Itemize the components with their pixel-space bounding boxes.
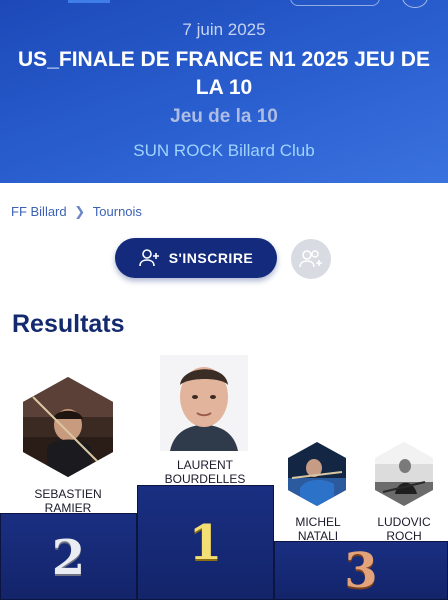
results-heading: Resultats xyxy=(12,310,125,338)
podium-rank-1: 1 xyxy=(188,515,223,571)
breadcrumb-item-ffbillard[interactable]: FF Billard xyxy=(11,204,67,219)
player-photo-2[interactable] xyxy=(23,377,113,477)
register-button-label: S'INSCRIRE xyxy=(168,250,254,266)
register-button[interactable]: S'INSCRIRE xyxy=(115,238,277,278)
player-photo-3a[interactable] xyxy=(288,442,346,506)
breadcrumb: FF Billard ❯ Tournois xyxy=(11,204,142,220)
chevron-right-icon: ❯ xyxy=(74,204,86,219)
header-pill-button[interactable] xyxy=(290,0,380,6)
tab-indicator xyxy=(68,0,110,3)
breadcrumb-item-tournois[interactable]: Tournois xyxy=(93,204,142,219)
tournament-discipline: Jeu de la 10 xyxy=(170,106,278,127)
tournament-header: 7 juin 2025 US_FINALE DE FRANCE N1 2025 … xyxy=(0,0,448,183)
header-round-button[interactable] xyxy=(402,0,428,8)
player-name-2: SEBASTIEN RAMIER xyxy=(34,487,102,515)
player-name-3a: MICHEL NATALI xyxy=(295,515,341,543)
player-name-3b: LUDOVIC ROCH xyxy=(377,515,431,543)
player-photo-3b[interactable] xyxy=(375,442,433,506)
tournament-title: US_FINALE DE FRANCE N1 2025 JEU DE LA 10 xyxy=(18,48,430,99)
club-link[interactable]: SUN ROCK Billard Club xyxy=(0,141,448,161)
player-name-1: LAURENT BOURDELLES xyxy=(164,458,246,486)
team-register-button[interactable] xyxy=(291,239,331,279)
tournament-date: 7 juin 2025 xyxy=(182,20,266,39)
add-user-icon xyxy=(138,249,159,267)
podium-rank-3: 3 xyxy=(344,543,378,599)
player-photo-1[interactable] xyxy=(160,355,248,451)
group-add-icon xyxy=(299,250,322,268)
podium-rank-2: 2 xyxy=(51,530,86,586)
